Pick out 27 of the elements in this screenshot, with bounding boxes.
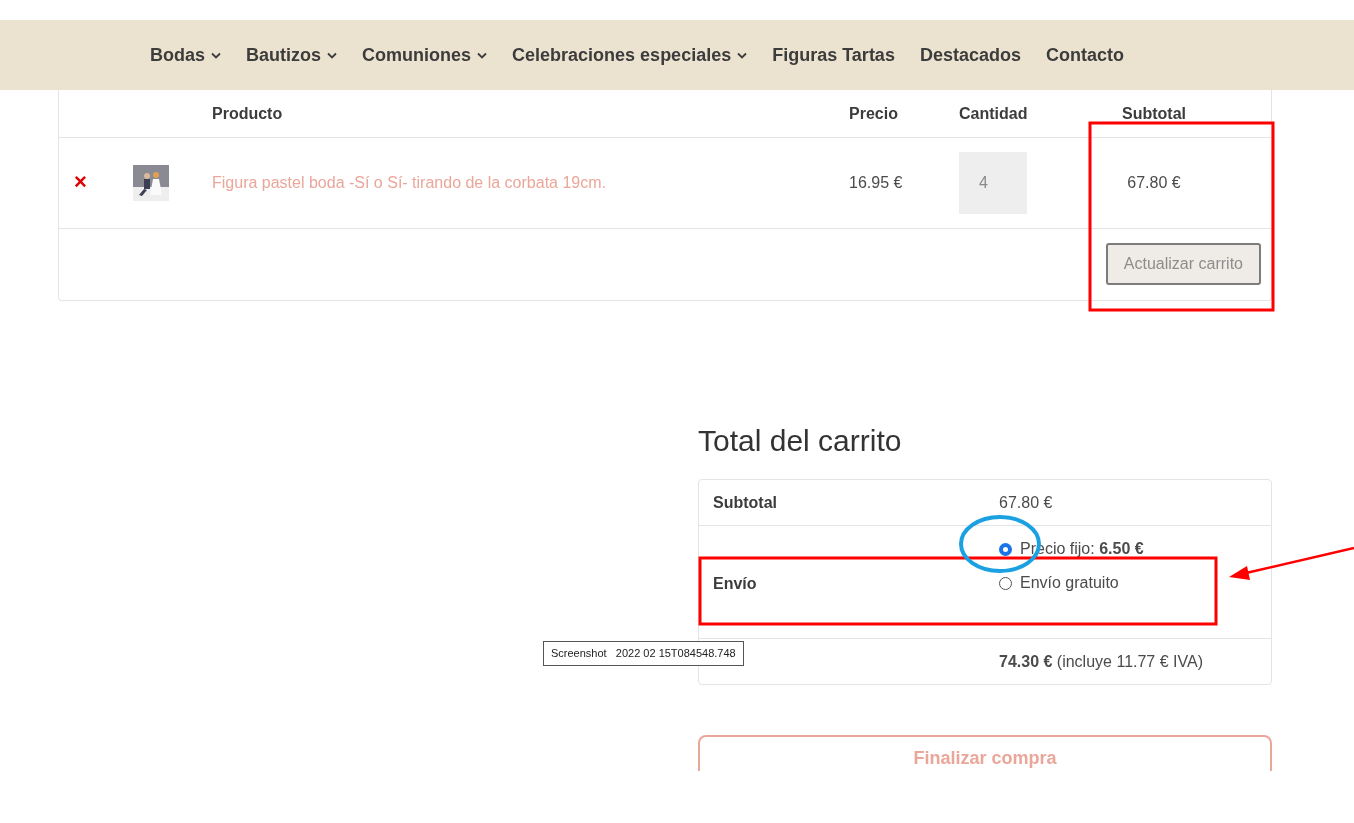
- nav-link[interactable]: Celebraciones especiales: [512, 41, 748, 69]
- radio-button[interactable]: [999, 542, 1012, 556]
- nav-link[interactable]: Destacados: [919, 41, 1021, 69]
- chevron-down-icon: [327, 51, 338, 59]
- price-text: 16.95 €: [849, 174, 903, 191]
- radio-button[interactable]: [999, 576, 1012, 590]
- chevron-down-icon: [211, 51, 221, 59]
- column-header: Precio: [849, 104, 898, 122]
- remove-link[interactable]: ×: [74, 168, 87, 194]
- chevron-down-icon: [737, 51, 748, 59]
- column-header: Cantidad: [959, 104, 1028, 122]
- column-header: Subtotal: [1122, 104, 1186, 122]
- nav-link[interactable]: Bautizos: [246, 41, 338, 69]
- subtotal-text: 67.80 €: [1127, 174, 1181, 191]
- row-label: Envío: [713, 575, 757, 592]
- nav-link[interactable]: Bodas: [150, 41, 221, 69]
- nav-link[interactable]: Contacto: [1045, 41, 1124, 69]
- nav-link[interactable]: Figuras Tartas: [772, 41, 895, 69]
- tooltip: Screenshot 2022 02 15T084548.748: [543, 641, 744, 666]
- row-label: Subtotal: [713, 493, 777, 511]
- section-title: Total del carrito: [698, 423, 903, 459]
- total-value: 74.30 € (incluye 11.77 € IVA): [999, 651, 1203, 672]
- shipping-option-label: Envío gratuito: [1020, 573, 1119, 593]
- subtotal-value: 67.80 €: [999, 492, 1053, 513]
- chevron-down-icon: [477, 51, 488, 59]
- column-header: Producto: [212, 104, 283, 122]
- nav-link[interactable]: Comuniones: [362, 41, 488, 69]
